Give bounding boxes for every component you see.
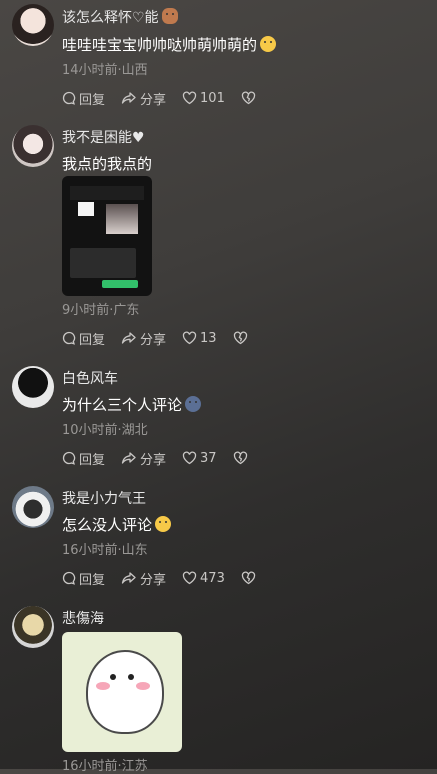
reply-icon <box>62 451 76 465</box>
comment-meta: 16小时前·山东 <box>62 543 148 558</box>
broken-heart-icon <box>241 571 256 585</box>
yawning-face-emoji-icon <box>260 36 277 52</box>
reply-icon <box>62 91 76 105</box>
chat-header-bar <box>70 186 144 200</box>
comment-meta: 9小时前·广东 <box>62 303 140 318</box>
reply-button[interactable]: 回复 <box>62 449 105 468</box>
comment-meta: 14小时前·山西 <box>62 63 148 78</box>
comment-text: 为什么三个人评论 <box>62 394 202 415</box>
comment-text: 怎么没人评论 <box>62 514 172 535</box>
chat-green-button <box>102 280 138 288</box>
comment-actions: 回复 分享 13 <box>62 328 267 348</box>
avatar[interactable] <box>12 366 54 408</box>
share-icon <box>121 572 136 584</box>
comment-author[interactable]: 白色风车 <box>62 368 118 388</box>
broken-heart-icon <box>233 451 247 465</box>
bear-emoji-icon <box>161 8 178 24</box>
share-button[interactable]: 分享 <box>121 329 166 348</box>
comment-actions: 回复 分享 37 <box>62 448 267 468</box>
avatar[interactable] <box>12 486 54 528</box>
comment-text: 我点的我点的 <box>62 155 153 173</box>
sticker-cheek <box>96 682 110 690</box>
share-icon <box>121 92 136 104</box>
reply-button[interactable]: 回复 <box>62 89 105 108</box>
avatar[interactable] <box>12 125 54 167</box>
reply-button[interactable]: 回复 <box>62 569 105 588</box>
share-button[interactable]: 分享 <box>121 89 166 108</box>
like-button[interactable]: 37 <box>182 451 217 466</box>
sticker-bear-body <box>86 650 164 734</box>
comment-author[interactable]: 我不是困能♥ <box>62 127 145 147</box>
comment-author[interactable]: 悲傷海 <box>62 608 104 628</box>
chat-screenshot-image[interactable] <box>62 176 152 296</box>
dislike-button[interactable] <box>233 451 251 465</box>
chat-message <box>70 248 136 278</box>
broken-heart-icon <box>233 331 247 345</box>
share-icon <box>121 452 136 464</box>
heart-icon <box>182 331 197 345</box>
chat-card <box>78 202 94 216</box>
like-button[interactable]: 101 <box>182 91 225 106</box>
comment-text: 哇哇哇宝宝帅帅哒帅萌帅萌的 <box>62 34 277 55</box>
avatar[interactable] <box>12 606 54 648</box>
comment-meta: 16小时前·江苏 <box>62 759 148 774</box>
share-icon <box>121 332 136 344</box>
dislike-button[interactable] <box>233 331 251 345</box>
sticker-cheek <box>136 682 150 690</box>
share-button[interactable]: 分享 <box>121 569 166 588</box>
like-count: 473 <box>200 570 225 586</box>
sticker-eye <box>128 674 134 680</box>
comment-author[interactable]: 该怎么释怀♡能 <box>62 7 178 27</box>
reply-icon <box>62 571 76 585</box>
like-count: 37 <box>200 450 217 466</box>
heart-icon <box>182 451 197 465</box>
sticker-eye <box>110 674 116 680</box>
comment-actions: 回复 分享 101 <box>62 88 275 108</box>
dislike-button[interactable] <box>241 91 259 105</box>
dislike-button[interactable] <box>241 571 259 585</box>
share-button[interactable]: 分享 <box>121 449 166 468</box>
comment-actions: 回复 分享 473 <box>62 568 275 588</box>
reply-icon <box>62 331 76 345</box>
reply-button[interactable]: 回复 <box>62 329 105 348</box>
like-count: 101 <box>200 90 225 106</box>
like-count: 13 <box>200 330 217 346</box>
heart-icon <box>182 91 197 105</box>
like-button[interactable]: 473 <box>182 571 225 586</box>
heart-icon <box>182 571 197 585</box>
sticker-image[interactable] <box>62 632 182 752</box>
comment-meta: 10小时前·湖北 <box>62 423 148 438</box>
broken-heart-icon <box>241 91 256 105</box>
blue-face-emoji-icon <box>185 396 202 412</box>
like-button[interactable]: 13 <box>182 331 217 346</box>
hushed-face-emoji-icon <box>155 516 172 532</box>
avatar[interactable] <box>12 4 54 46</box>
chat-photo <box>106 204 138 234</box>
comment-author[interactable]: 我是小力气王 <box>62 488 146 508</box>
